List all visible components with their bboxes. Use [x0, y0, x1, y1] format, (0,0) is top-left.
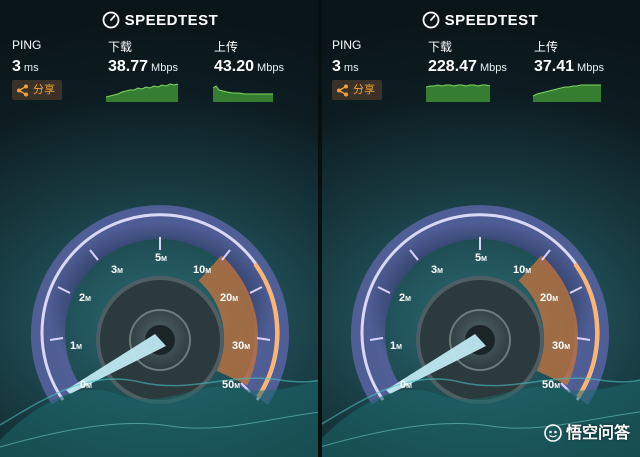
- download-value: 228.47 Mbps: [428, 58, 507, 75]
- gauge-label-10: 10M: [513, 264, 531, 276]
- share-button[interactable]: 分享: [12, 80, 62, 100]
- upload-value: 43.20 Mbps: [214, 58, 284, 75]
- gauge-label-2: 2M: [79, 292, 91, 304]
- speedtest-logo: SPEEDTEST: [320, 10, 640, 32]
- panel-divider: [318, 0, 322, 457]
- speedtest-logo: SPEEDTEST: [0, 10, 320, 32]
- ping-label: PING: [12, 38, 42, 52]
- share-label: 分享: [33, 84, 55, 96]
- ping-label: PING: [332, 38, 362, 52]
- brand-name: SPEEDTEST: [444, 12, 539, 29]
- gauge-label-50: 50M: [542, 379, 560, 391]
- ping-value: 3 ms: [12, 58, 39, 75]
- speedtest-panel-2: SPEEDTEST PING 3 ms 下载 228.47 Mbps 上传 37.4…: [320, 0, 640, 457]
- gauge-label-50: 50M: [222, 379, 240, 391]
- share-button[interactable]: 分享: [332, 80, 382, 100]
- upload-label: 上传: [214, 40, 239, 54]
- gauge-label-2: 2M: [399, 292, 411, 304]
- upload-value: 37.41 Mbps: [534, 58, 604, 75]
- gauge-label-1: 1M: [70, 340, 82, 352]
- share-icon: [337, 84, 348, 97]
- upload-sparkline: [533, 84, 601, 102]
- upload-label: 上传: [534, 40, 559, 54]
- download-sparkline: [106, 83, 178, 102]
- upload-sparkline: [213, 85, 273, 102]
- share-icon: [17, 84, 28, 97]
- download-sparkline: [426, 84, 490, 102]
- speedometer-icon: [422, 11, 440, 29]
- speedtest-screenshot: SPEEDTEST PING 3 ms 下载 38.77 Mbps 上传 43.20…: [0, 0, 640, 457]
- download-label: 下载: [428, 40, 453, 54]
- speedometer-icon: [102, 11, 120, 29]
- watermark: 悟空问答: [544, 419, 630, 443]
- speedtest-panel-1: SPEEDTEST PING 3 ms 下载 38.77 Mbps 上传 43.20…: [0, 0, 320, 457]
- download-value: 38.77 Mbps: [108, 58, 178, 75]
- ping-value: 3 ms: [332, 58, 359, 75]
- share-label: 分享: [353, 84, 375, 96]
- gauge-label-3: 3M: [431, 264, 443, 276]
- gauge-label-5: 5M: [475, 252, 487, 264]
- speed-gauge: 0M 1M 2M 3M 5M 10M 20M 30M 50M: [0, 205, 320, 457]
- gauge-label-5: 5M: [155, 252, 167, 264]
- gauge-label-10: 10M: [193, 264, 211, 276]
- gauge-label-1: 1M: [390, 340, 402, 352]
- brand-name: SPEEDTEST: [124, 12, 219, 29]
- gauge-label-3: 3M: [111, 264, 123, 276]
- download-label: 下载: [108, 40, 133, 54]
- wukong-logo-icon: [544, 424, 562, 442]
